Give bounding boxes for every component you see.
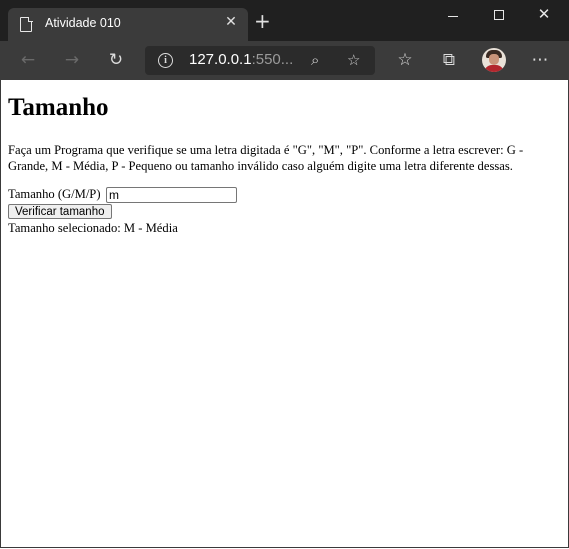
title-bar: Atividade 010 ✕ + ✕	[0, 0, 569, 41]
tab-close-icon[interactable]: ✕	[223, 14, 239, 30]
page-content: Tamanho Faça um Programa que verifique s…	[0, 80, 569, 548]
address-bar[interactable]: i 127.0.0.1:550... ⌕ ☆	[145, 46, 375, 75]
size-input[interactable]	[106, 187, 237, 203]
back-icon[interactable]: ←	[16, 49, 40, 71]
page-title: Tamanho	[8, 94, 109, 121]
more-menu-icon[interactable]: ⋯	[528, 49, 552, 71]
tab-title: Atividade 010	[45, 16, 121, 30]
window-close-icon[interactable]: ✕	[524, 4, 564, 28]
verify-size-button[interactable]: Verificar tamanho	[8, 204, 112, 219]
browser-tab[interactable]: Atividade 010 ✕	[8, 8, 248, 41]
profile-avatar[interactable]	[482, 48, 506, 72]
info-icon[interactable]: i	[158, 53, 173, 68]
page-icon	[20, 16, 33, 32]
url-text[interactable]: 127.0.0.1:550...	[189, 51, 293, 68]
browser-toolbar: ← → ↻ i 127.0.0.1:550... ⌕ ☆ ☆ ⧉ ⋯	[0, 41, 569, 81]
description-text: Faça um Programa que verifique se uma le…	[8, 143, 524, 173]
refresh-icon[interactable]: ↻	[104, 49, 128, 71]
size-label: Tamanho (G/M/P)	[8, 187, 101, 201]
favorite-star-icon[interactable]: ☆	[347, 50, 360, 70]
maximize-icon[interactable]	[479, 4, 519, 28]
zoom-icon[interactable]: ⌕	[311, 50, 319, 70]
url-host: 127.0.0.1	[189, 51, 252, 68]
favorites-icon[interactable]: ☆	[393, 49, 417, 71]
url-rest: :550...	[251, 51, 294, 68]
minimize-icon[interactable]	[434, 4, 474, 28]
result-text: Tamanho selecionado: M - Média	[8, 221, 178, 235]
new-tab-icon[interactable]: +	[254, 11, 271, 31]
forward-icon[interactable]: →	[60, 49, 84, 71]
collections-icon[interactable]: ⧉	[437, 49, 461, 71]
